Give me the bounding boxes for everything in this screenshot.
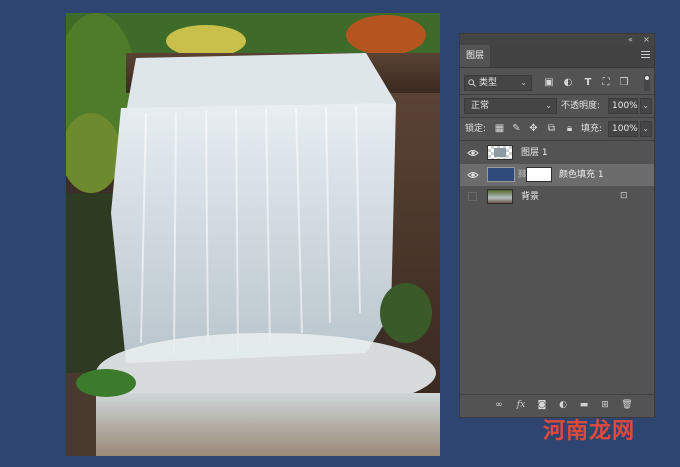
filter-pixel-layer-icon[interactable]: ▣ <box>543 76 555 90</box>
collapse-panel-button[interactable]: « <box>628 34 633 45</box>
lock-label: 锁定: <box>465 124 487 134</box>
new-layer-icon[interactable]: ⊞ <box>599 399 611 411</box>
chevron-down-icon: ⌄ <box>520 78 527 87</box>
panel-title-bar: « × <box>460 34 654 45</box>
tab-layers[interactable]: 图层 <box>460 45 490 67</box>
layer-name: 颜色填充 1 <box>559 170 604 180</box>
blend-mode-select[interactable]: 正常 ⌄ <box>464 98 557 114</box>
layer-thumbnail <box>487 145 513 160</box>
panel-menu-icon[interactable] <box>641 51 650 59</box>
eye-icon[interactable] <box>467 169 479 181</box>
layer-row-selected[interactable]: ⛓ 颜色填充 1 <box>460 164 654 186</box>
filter-adjustment-layer-icon[interactable]: ◐ <box>562 76 574 90</box>
layer-filter-select[interactable]: 类型 ⌄ <box>464 75 532 91</box>
chevron-down-icon: ⌄ <box>545 101 552 110</box>
blend-mode-value: 正常 <box>471 101 490 111</box>
delete-layer-trash-icon[interactable]: 🗑︎ <box>621 399 633 411</box>
lock-image-pixels-icon[interactable]: ✎ <box>511 122 522 136</box>
new-adjustment-layer-icon[interactable]: ◐ <box>557 399 569 411</box>
layer-name: 图层 1 <box>521 148 548 158</box>
panel-tab-row: 图层 <box>460 45 654 68</box>
close-panel-button[interactable]: × <box>643 34 650 45</box>
fill-input[interactable]: 100% <box>608 121 638 137</box>
new-group-folder-icon[interactable]: ▬ <box>578 399 590 411</box>
layer-row[interactable]: 背景 ⊡ <box>460 186 654 208</box>
opacity-input[interactable]: 100% <box>608 98 638 114</box>
add-mask-icon[interactable]: ◙ <box>536 399 548 411</box>
layer-name: 背景 <box>521 192 540 202</box>
eye-icon[interactable] <box>467 147 479 159</box>
layers-panel: « × 图层 类型 ⌄ ▣ ◐ T ⛶ ❐ 正常 ⌄ 不透明度: 100% ⌄ … <box>459 33 655 418</box>
filter-type-layer-icon[interactable]: T <box>582 76 594 90</box>
opacity-slider-button[interactable]: ⌄ <box>640 98 652 114</box>
layer-filter-label: 类型 <box>479 78 498 88</box>
lock-icon: ⊡ <box>620 191 628 201</box>
layer-mask-thumbnail[interactable] <box>526 167 552 182</box>
fill-color-thumbnail[interactable] <box>487 167 515 182</box>
link-layers-icon[interactable]: ∞ <box>493 399 505 411</box>
layers-footer-toolbar: ∞ fx ◙ ◐ ▬ ⊞ 🗑︎ <box>460 394 654 417</box>
lock-artboard-icon[interactable]: ⧉ <box>546 122 557 136</box>
lock-all-icon[interactable]: 🔒︎ <box>564 122 575 136</box>
filter-toggle[interactable] <box>644 75 650 91</box>
visibility-toggle-off[interactable] <box>468 192 477 201</box>
lock-transparent-pixels-icon[interactable]: ▦ <box>494 122 505 136</box>
filter-shape-layer-icon[interactable]: ⛶ <box>600 76 612 90</box>
watermark-text: 河南龙网 <box>543 419 636 444</box>
add-layer-style-button[interactable]: fx <box>515 399 527 411</box>
search-icon <box>468 79 476 87</box>
fill-slider-button[interactable]: ⌄ <box>640 121 652 137</box>
canvas-image <box>56 13 441 456</box>
filter-smart-object-icon[interactable]: ❐ <box>618 76 630 90</box>
layer-thumbnail <box>487 189 513 204</box>
fill-label: 填充: <box>581 124 603 134</box>
layer-row[interactable]: 图层 1 <box>460 142 654 164</box>
opacity-label: 不透明度: <box>561 101 601 111</box>
lock-position-icon[interactable]: ✥ <box>528 122 539 136</box>
